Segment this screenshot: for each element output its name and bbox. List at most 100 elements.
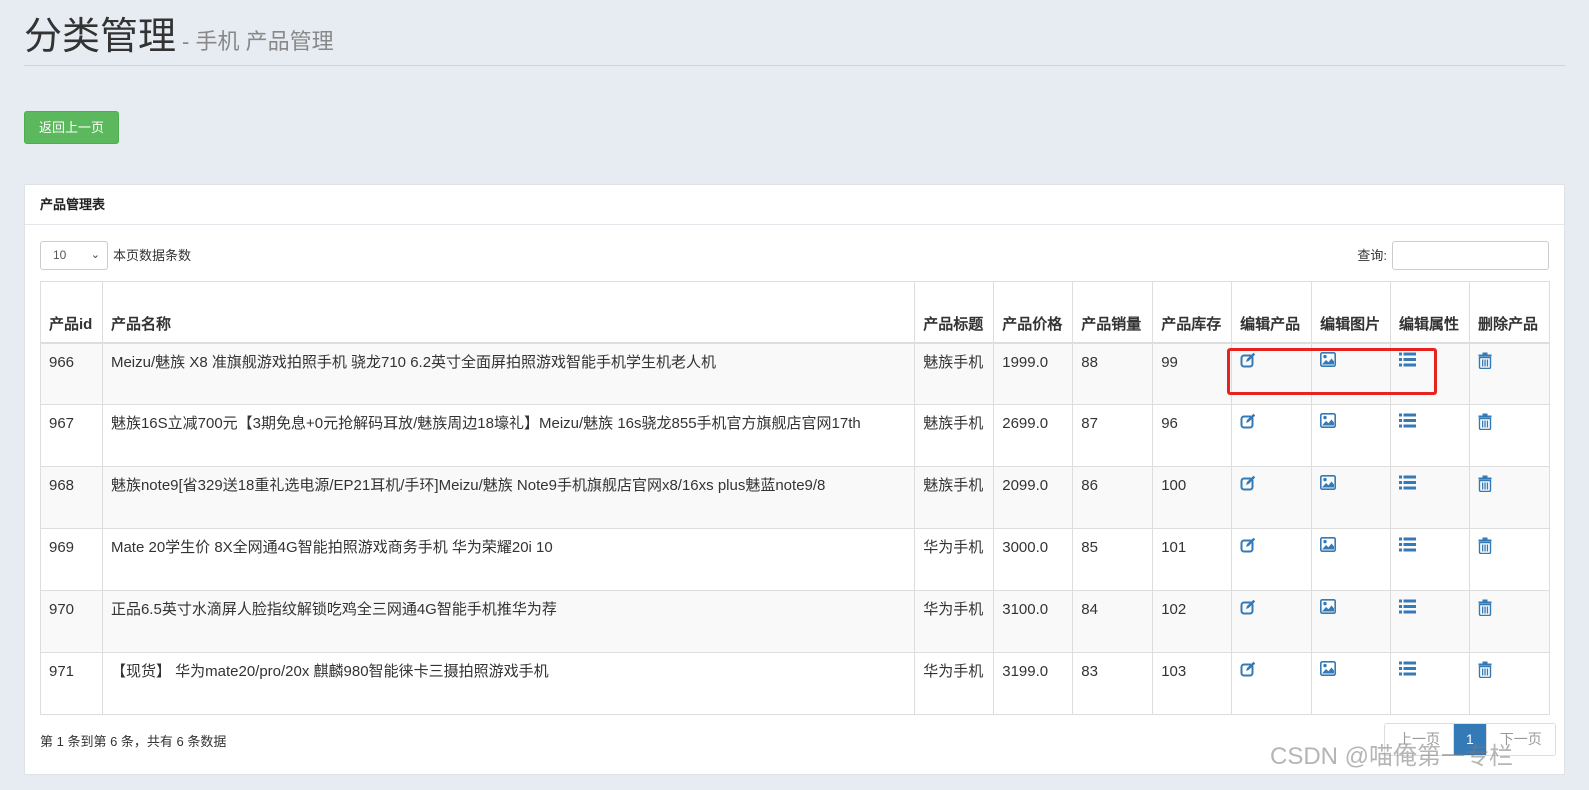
table-row: 968 魅族note9[省329送18重礼选电源/EP21耳机/手环]Meizu/… bbox=[40, 466, 1550, 529]
cell-name: 魅族16S立减700元【3期免息+0元抢解码耳放/魅族周边18壕礼】Meizu/… bbox=[101, 404, 916, 467]
trash-icon bbox=[1478, 413, 1492, 430]
page-header: 分类管理 - 手机 产品管理 bbox=[24, 14, 1565, 66]
edit-icon bbox=[1240, 413, 1256, 429]
delete-product-button[interactable] bbox=[1478, 661, 1492, 678]
delete-product-button[interactable] bbox=[1478, 352, 1492, 369]
back-button[interactable]: 返回上一页 bbox=[24, 111, 119, 144]
search-label: 查询: bbox=[1357, 248, 1387, 263]
edit-attributes-button[interactable] bbox=[1399, 599, 1417, 614]
edit-product-button[interactable] bbox=[1240, 475, 1256, 491]
search-input[interactable] bbox=[1392, 241, 1549, 270]
chevron-down-icon: ⌄ bbox=[90, 249, 100, 261]
cell-action bbox=[1311, 652, 1392, 715]
column-header[interactable]: 产品销量 bbox=[1072, 281, 1154, 344]
cell-action bbox=[1390, 466, 1470, 529]
table-header-row: 产品id 产品名称 产品标题 产品价格 产品销量 产品库存 编辑产品 编辑图片 … bbox=[40, 281, 1550, 344]
edit-image-button[interactable] bbox=[1320, 413, 1337, 428]
list-icon bbox=[1399, 537, 1417, 552]
page-length-value: 10 bbox=[53, 248, 67, 262]
cell-title: 华为手机 bbox=[914, 590, 995, 653]
cell-stock: 96 bbox=[1152, 404, 1233, 467]
edit-attributes-button[interactable] bbox=[1399, 413, 1417, 428]
column-header: 编辑产品 bbox=[1231, 281, 1313, 344]
cell-sales: 85 bbox=[1072, 528, 1154, 591]
column-header[interactable]: 产品库存 bbox=[1152, 281, 1233, 344]
delete-product-button[interactable] bbox=[1478, 599, 1492, 616]
cell-action bbox=[1469, 342, 1550, 405]
cell-id: 967 bbox=[40, 404, 103, 467]
highlight-annotation bbox=[1227, 348, 1437, 395]
cell-name: 【现货】 华为mate20/pro/20x 麒麟980智能徕卡三摄拍照游戏手机 bbox=[101, 652, 916, 715]
trash-icon bbox=[1478, 352, 1492, 369]
page-title: 分类管理 bbox=[24, 16, 177, 58]
cell-stock: 102 bbox=[1152, 590, 1233, 653]
edit-product-button[interactable] bbox=[1240, 599, 1256, 615]
edit-image-button[interactable] bbox=[1320, 661, 1337, 676]
cell-title: 华为手机 bbox=[914, 652, 995, 715]
cell-action bbox=[1390, 528, 1470, 591]
cell-sales: 87 bbox=[1072, 404, 1154, 467]
cell-id: 968 bbox=[40, 466, 103, 529]
cell-sales: 86 bbox=[1072, 466, 1154, 529]
picture-icon bbox=[1320, 413, 1337, 428]
cell-name: Meizu/魅族 X8 准旗舰游戏拍照手机 骁龙710 6.2英寸全面屏拍照游戏… bbox=[101, 342, 916, 405]
cell-action bbox=[1311, 590, 1392, 653]
column-header: 编辑属性 bbox=[1390, 281, 1470, 344]
list-icon bbox=[1399, 475, 1417, 490]
cell-id: 971 bbox=[40, 652, 103, 715]
delete-product-button[interactable] bbox=[1478, 537, 1492, 554]
picture-icon bbox=[1320, 537, 1337, 552]
cell-stock: 100 bbox=[1152, 466, 1233, 529]
cell-sales: 84 bbox=[1072, 590, 1154, 653]
cell-action bbox=[1390, 590, 1470, 653]
edit-image-button[interactable] bbox=[1320, 537, 1337, 552]
column-header: 删除产品 bbox=[1469, 281, 1550, 344]
cell-action bbox=[1469, 466, 1550, 529]
edit-icon bbox=[1240, 537, 1256, 553]
column-header: 编辑图片 bbox=[1311, 281, 1392, 344]
edit-attributes-button[interactable] bbox=[1399, 537, 1417, 552]
edit-attributes-button[interactable] bbox=[1399, 661, 1417, 676]
panel-title: 产品管理表 bbox=[25, 185, 1564, 225]
product-table: 产品id 产品名称 产品标题 产品价格 产品销量 产品库存 编辑产品 编辑图片 … bbox=[40, 281, 1550, 715]
page-length-select[interactable]: 10 ⌄ bbox=[40, 241, 108, 270]
list-icon bbox=[1399, 661, 1417, 676]
page-subtitle: - 手机 产品管理 bbox=[182, 29, 334, 54]
delete-product-button[interactable] bbox=[1478, 475, 1492, 492]
edit-product-button[interactable] bbox=[1240, 661, 1256, 677]
delete-product-button[interactable] bbox=[1478, 413, 1492, 430]
table-toolbar: 10 ⌄ 本页数据条数 查询: bbox=[40, 241, 1549, 270]
edit-image-button[interactable] bbox=[1320, 599, 1337, 614]
cell-id: 969 bbox=[40, 528, 103, 591]
cell-action bbox=[1231, 590, 1313, 653]
cell-action bbox=[1311, 404, 1392, 467]
picture-icon bbox=[1320, 661, 1337, 676]
edit-product-button[interactable] bbox=[1240, 413, 1256, 429]
edit-icon bbox=[1240, 475, 1256, 491]
cell-action bbox=[1390, 404, 1470, 467]
edit-icon bbox=[1240, 661, 1256, 677]
edit-icon bbox=[1240, 599, 1256, 615]
column-header[interactable]: 产品id bbox=[40, 281, 103, 344]
column-header[interactable]: 产品价格 bbox=[993, 281, 1074, 344]
cell-action bbox=[1311, 528, 1392, 591]
picture-icon bbox=[1320, 599, 1337, 614]
trash-icon bbox=[1478, 475, 1492, 492]
edit-product-button[interactable] bbox=[1240, 537, 1256, 553]
cell-price: 3199.0 bbox=[993, 652, 1074, 715]
cell-name: 正品6.5英寸水滴屏人脸指纹解锁吃鸡全三网通4G智能手机推华为荐 bbox=[101, 590, 916, 653]
cell-stock: 101 bbox=[1152, 528, 1233, 591]
cell-action bbox=[1469, 590, 1550, 653]
cell-price: 2099.0 bbox=[993, 466, 1074, 529]
column-header[interactable]: 产品名称 bbox=[101, 281, 916, 344]
edit-attributes-button[interactable] bbox=[1399, 475, 1417, 490]
cell-title: 魅族手机 bbox=[914, 342, 995, 405]
cell-sales: 88 bbox=[1072, 342, 1154, 405]
table-row: 967 魅族16S立减700元【3期免息+0元抢解码耳放/魅族周边18壕礼】Mei… bbox=[40, 404, 1550, 467]
cell-action bbox=[1469, 528, 1550, 591]
cell-action bbox=[1469, 652, 1550, 715]
edit-image-button[interactable] bbox=[1320, 475, 1337, 490]
column-header[interactable]: 产品标题 bbox=[914, 281, 995, 344]
cell-id: 966 bbox=[40, 342, 103, 405]
watermark: CSDN @喵俺第一专栏 bbox=[1270, 743, 1514, 770]
